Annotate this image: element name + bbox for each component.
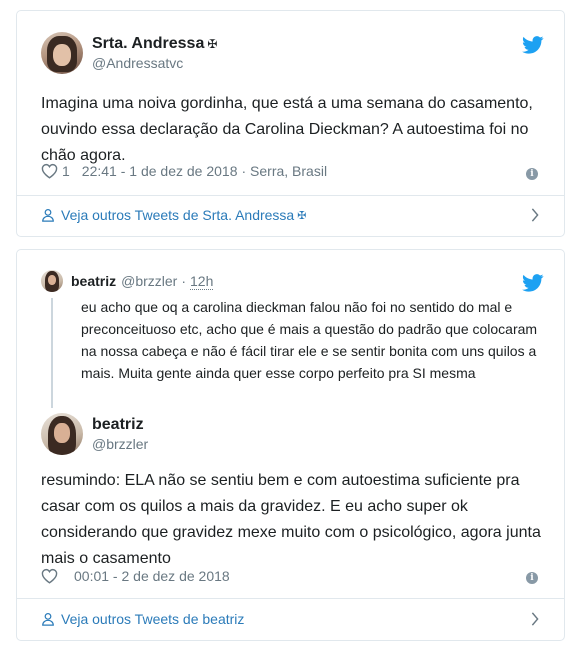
user-handle[interactable]: @Andressatvc (92, 54, 217, 72)
parent-display-name[interactable]: beatriz (71, 273, 116, 289)
chevron-right-icon[interactable] (530, 208, 540, 222)
parent-tweet-time[interactable]: 12h (190, 273, 214, 290)
tweet-text: resumindo: ELA não se sentiu bem e com a… (41, 472, 541, 567)
tweet-meta: 1 22:41 - 1 de dez de 2018 · Serra, Bras… (41, 163, 327, 179)
chevron-right-icon[interactable] (530, 612, 540, 626)
parent-user-handle[interactable]: @brzzler (121, 273, 177, 289)
cross-symbol: ✠ (207, 37, 218, 51)
separator-dot: · (181, 273, 187, 289)
parent-tweet-header: beatriz @brzzler · 12h (41, 270, 546, 292)
tweet-header: beatriz @brzzler (41, 413, 148, 455)
tweet-timestamp[interactable]: 00:01 - 2 de dez de 2018 (74, 568, 230, 584)
tweet-card-andressa: Srta. Andressa ✠ @Andressatvc Imagina uma… (16, 10, 565, 237)
avatar[interactable] (41, 270, 63, 292)
tweet-card-beatriz: beatriz @brzzler · 12h eu acho que oq a … (16, 249, 565, 641)
twitter-bird-icon[interactable] (522, 36, 544, 54)
more-tweets-label[interactable]: Veja outros Tweets de beatriz (61, 611, 244, 627)
more-tweets-link[interactable]: Veja outros Tweets de beatriz (41, 611, 540, 627)
twitter-bird-icon[interactable] (522, 274, 544, 292)
tweet-header: Srta. Andressa ✠ @Andressatvc (41, 32, 217, 74)
tweet-text: Imagina uma noiva gordinha, que está a u… (41, 95, 533, 164)
more-tweets-link[interactable]: Veja outros Tweets de Srta. Andressa ✠ (41, 207, 540, 223)
user-names: Srta. Andressa ✠ @Andressatvc (92, 34, 217, 72)
more-tweets-label[interactable]: Veja outros Tweets de Srta. Andressa (61, 207, 294, 223)
tweet-timestamp[interactable]: 22:41 - 1 de dez de 2018 (82, 163, 238, 179)
like-count[interactable]: 1 (62, 163, 70, 179)
info-icon[interactable]: i (526, 572, 538, 584)
person-icon (41, 612, 55, 626)
person-icon (41, 208, 55, 222)
heart-icon[interactable] (41, 568, 58, 584)
user-handle[interactable]: @brzzler (92, 435, 148, 453)
tweet-meta: 00:01 - 2 de dez de 2018 (41, 568, 230, 584)
avatar[interactable] (41, 413, 83, 455)
cross-symbol: ✠ (297, 209, 307, 222)
divider (17, 598, 564, 599)
heart-icon[interactable] (41, 163, 58, 179)
info-icon[interactable]: i (526, 168, 538, 180)
avatar[interactable] (41, 32, 83, 74)
display-name-text[interactable]: Srta. Andressa (92, 35, 204, 52)
tweet-location[interactable]: · Serra, Brasil (241, 163, 327, 179)
thread-line (51, 298, 53, 408)
user-names: beatriz @brzzler (92, 415, 148, 453)
display-name[interactable]: beatriz (92, 415, 148, 435)
parent-tweet[interactable]: beatriz @brzzler · 12h eu acho que oq a … (41, 270, 546, 410)
divider (17, 195, 564, 196)
display-name[interactable]: Srta. Andressa ✠ (92, 34, 217, 54)
parent-tweet-text: eu acho que oq a carolina dieckman falou… (81, 299, 538, 381)
